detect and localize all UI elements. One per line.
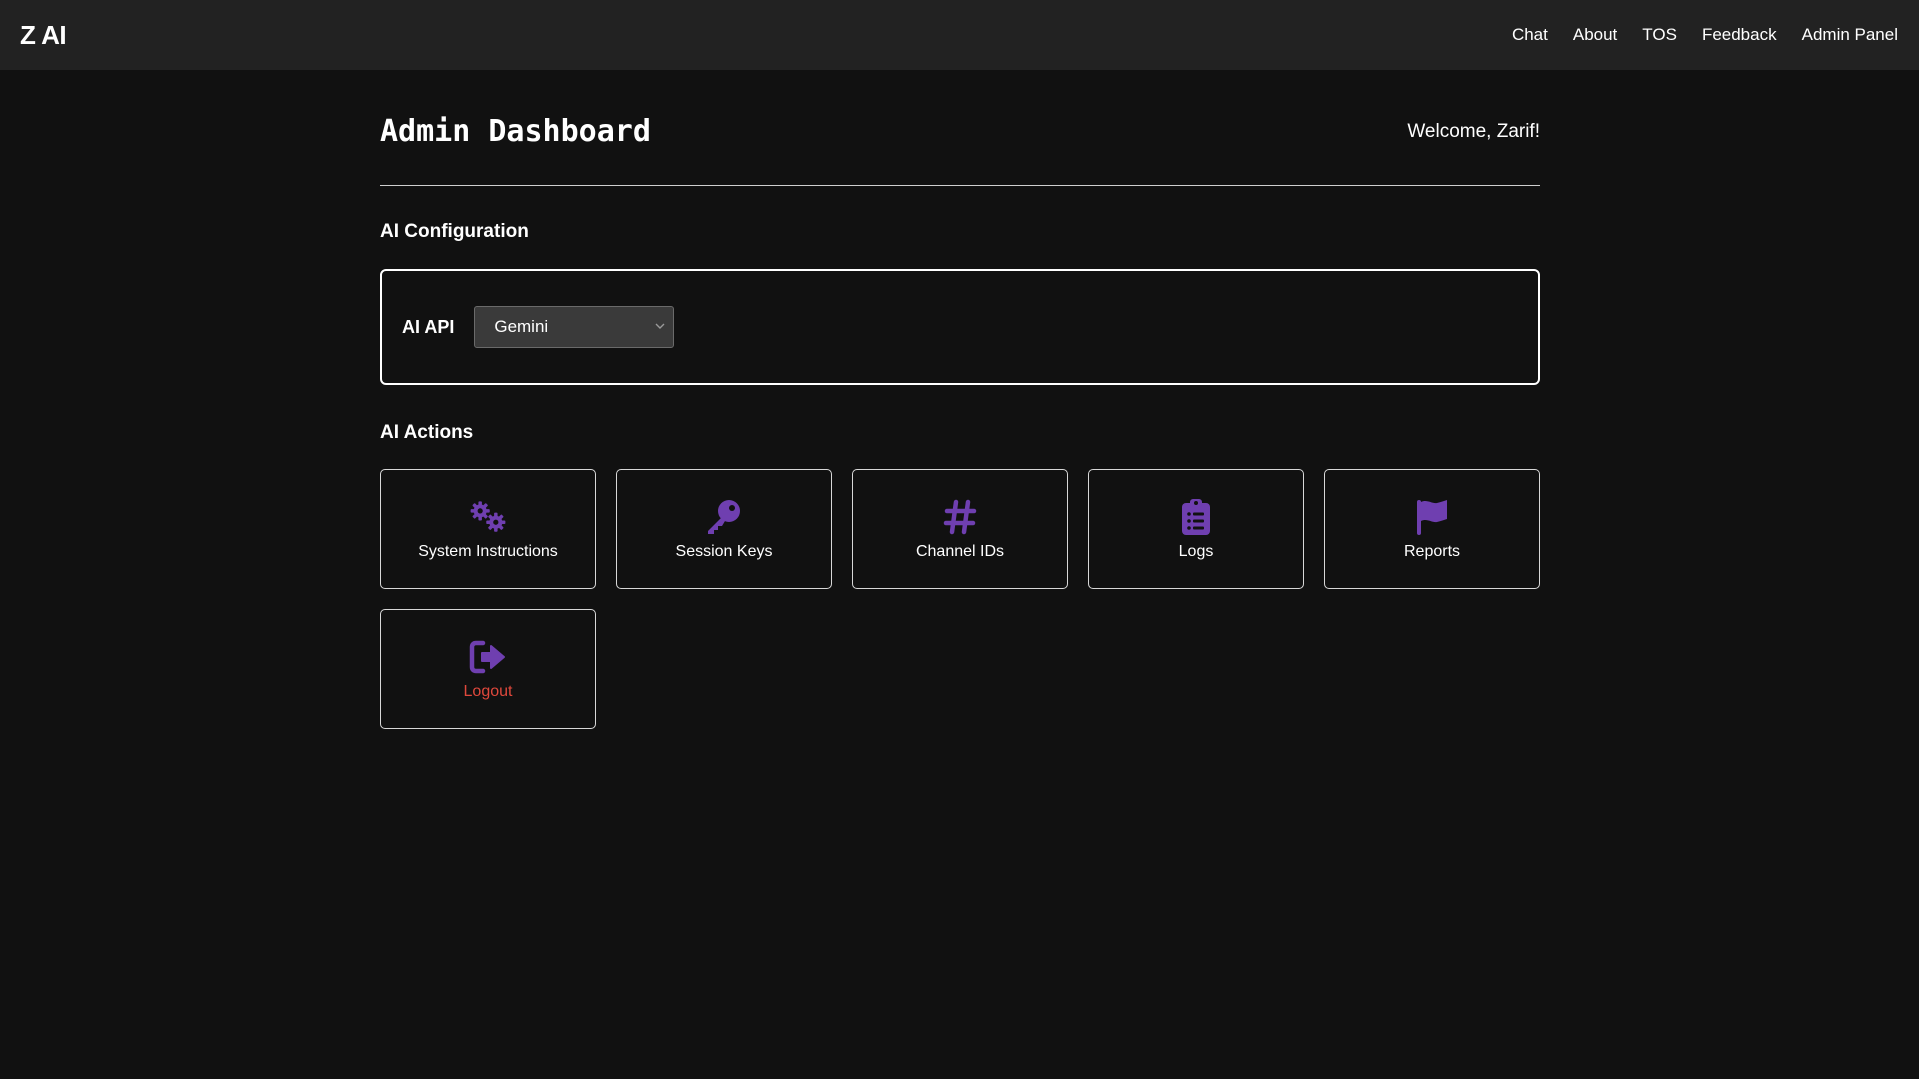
logout-label: Logout [463, 683, 513, 700]
logs-label: Logs [1178, 543, 1214, 560]
ai-api-selected-value: Gemini [494, 317, 549, 336]
logout-card[interactable]: Logout [380, 609, 596, 729]
session-keys-card[interactable]: Session Keys [616, 469, 832, 589]
channel-ids-card[interactable]: Channel IDs [852, 469, 1068, 589]
top-navbar: Z AI Chat About TOS Feedback Admin Panel [0, 0, 1919, 70]
ai-configuration-panel: AI API Gemini [380, 269, 1540, 385]
system-instructions-label: System Instructions [418, 543, 558, 560]
nav-link-tos[interactable]: TOS [1642, 25, 1677, 45]
flag-icon [1412, 497, 1452, 537]
hashtag-icon [940, 497, 980, 537]
reports-label: Reports [1403, 543, 1461, 560]
session-keys-label: Session Keys [675, 543, 773, 560]
brand-logo[interactable]: Z AI [20, 20, 67, 51]
reports-card[interactable]: Reports [1324, 469, 1540, 589]
welcome-message: Welcome, Zarif! [1407, 120, 1540, 142]
ai-api-label: AI API [402, 316, 455, 337]
ai-api-select[interactable]: Gemini [474, 306, 675, 348]
sign-out-icon [468, 637, 508, 677]
channel-ids-label: Channel IDs [915, 543, 1005, 560]
nav-link-admin-panel[interactable]: Admin Panel [1802, 25, 1898, 45]
nav-link-chat[interactable]: Chat [1512, 25, 1548, 45]
dashboard-header: Admin Dashboard Welcome, Zarif! [380, 70, 1540, 186]
ai-configuration-heading: AI Configuration [380, 221, 529, 242]
ai-actions-grid: System Instructions Session Keys Channel… [380, 469, 1540, 729]
page-title: Admin Dashboard [380, 114, 651, 149]
nav-link-about[interactable]: About [1573, 25, 1617, 45]
clipboard-list-icon [1176, 497, 1216, 537]
gears-icon [468, 497, 508, 537]
system-instructions-card[interactable]: System Instructions [380, 469, 596, 589]
main-container: Admin Dashboard Welcome, Zarif! AI Confi… [380, 70, 1540, 729]
ai-actions-heading: AI Actions [380, 422, 474, 443]
nav-link-feedback[interactable]: Feedback [1702, 25, 1777, 45]
nav-links: Chat About TOS Feedback Admin Panel [1512, 25, 1898, 45]
key-icon [704, 497, 744, 537]
chevron-down-icon [655, 322, 665, 333]
logs-card[interactable]: Logs [1088, 469, 1304, 589]
